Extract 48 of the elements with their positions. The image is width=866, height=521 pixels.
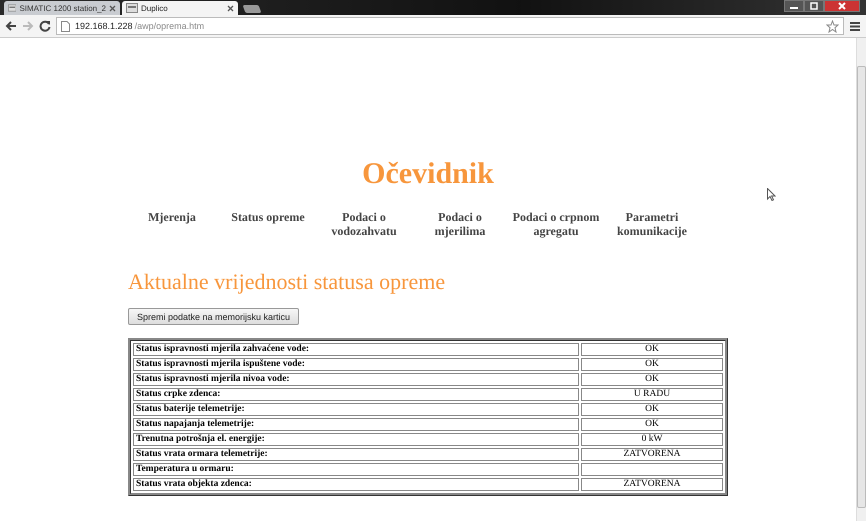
menu-icon[interactable] [849,20,861,32]
nav-link[interactable]: Parametri komunikacije [604,210,700,238]
page-icon [126,3,138,13]
browser-tab[interactable]: Duplico [122,1,238,15]
table-cell: Status napajanja telemetrije: [133,418,579,431]
page-title: Očevidnik [361,156,495,192]
table-cell: Status ispravnosti mjerila ispuštene vode: [133,358,579,371]
table-cell: Status ispravnosti mjerila nivoa vode: [133,373,579,386]
table-cell: Status crpke zdenca: [133,388,579,401]
page-icon [8,3,16,13]
close-button[interactable] [824,0,860,12]
nav-link[interactable]: Podaci o vodozahvatu [316,210,412,238]
nav-link[interactable]: Mjerenja [124,210,220,238]
nav-link[interactable]: Status opreme [220,210,316,238]
page-icon [61,20,70,32]
close-icon [837,2,847,10]
new-tab-button[interactable] [242,5,262,13]
restore-button[interactable] [804,0,824,12]
address-bar[interactable]: 192.168.1.228 /awp/oprema.htm [56,17,844,35]
table-cell: Status ispravnosti mjerila zahvaćene vode: [133,343,579,356]
nav-link[interactable]: Podaci o crpnom agregatu [508,210,604,238]
close-icon[interactable] [227,4,234,12]
table-cell: OK [581,418,723,431]
section-heading: Aktualne vrijednosti statusa opreme [128,268,446,296]
nav-link[interactable]: Podaci o mjerilima [412,210,508,238]
star-icon[interactable] [826,20,839,32]
table-cell: OK [581,343,723,356]
table-cell: U RADU [581,388,723,401]
restore-icon [809,2,819,10]
minimize-button[interactable] [784,0,804,12]
table-cell: Status vrata ormara telemetrije: [133,448,579,461]
table-cell: Trenutna potrošnja el. energije: [133,433,579,446]
close-icon[interactable] [109,4,116,12]
back-icon[interactable] [5,20,17,32]
table-cell: 0 kW [581,433,723,446]
cursor-icon [767,188,776,201]
table-cell: OK [581,403,723,416]
scrollbar[interactable] [856,38,866,521]
table-cell: ZATVORENA [581,448,723,461]
table-cell: OK [581,358,723,371]
table-cell: Temperatura u ormaru: [133,463,579,476]
table-cell: OK [581,373,723,386]
table-cell: ZATVORENA [581,478,723,491]
table-cell: Status baterije telemetrije: [133,403,579,416]
reload-icon[interactable] [39,20,51,32]
browser-tab[interactable]: SIMATIC 1200 station_2 [4,1,120,15]
save-button[interactable]: Spremi podatke na memorijsku karticu [128,308,300,325]
table-cell: Status vrata objekta zdenca: [133,478,579,491]
